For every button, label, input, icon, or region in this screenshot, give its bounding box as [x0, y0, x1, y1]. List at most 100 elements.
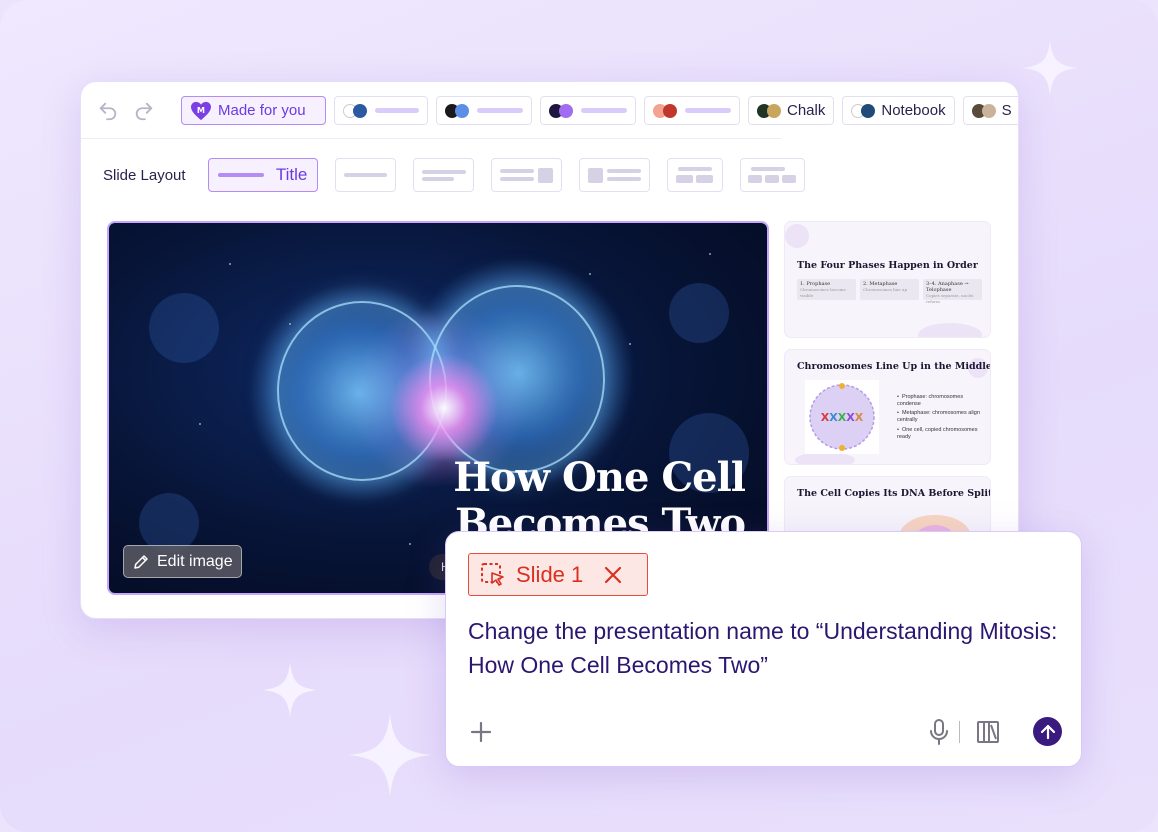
ai-prompt-panel: Slide 1 Change the presentation name to …	[445, 531, 1082, 767]
layout-option[interactable]	[334, 158, 396, 192]
background-star	[629, 343, 631, 345]
edit-image-button[interactable]: Edit image	[123, 545, 242, 578]
background-bokeh	[139, 493, 199, 553]
phase-desc: Chromosomes line up	[863, 287, 908, 292]
theme-chip[interactable]	[436, 96, 532, 125]
phase-box: 1. Prophase Chromosomes become visible	[797, 279, 856, 300]
theme-label: Chalk	[787, 102, 826, 119]
theme-label: S	[1001, 102, 1012, 119]
add-attachment-button[interactable]	[468, 717, 494, 752]
background-star	[229, 263, 231, 265]
heart-logo-icon: M	[191, 101, 211, 120]
layout-option-label: Title	[275, 165, 308, 184]
theme-preview-bar	[375, 108, 419, 113]
layout-preview	[537, 167, 553, 183]
phase-name: 3–4. Anaphase → Telophase	[926, 281, 969, 293]
thumbnail-bullet: Metaphase: chromosomes align centrally	[897, 410, 983, 424]
pencil-icon	[134, 554, 148, 569]
remove-tag-button[interactable]	[603, 565, 623, 585]
thumbnail-title: The Four Phases Happen in Order	[797, 260, 978, 271]
phase-desc: Chromosomes become visible	[800, 287, 846, 298]
layout-option[interactable]	[412, 158, 474, 192]
layout-preview	[421, 169, 466, 174]
layout-preview	[499, 169, 534, 181]
layout-preview	[676, 175, 714, 183]
slide-layout-row: Slide Layout Title	[103, 158, 822, 192]
theme-preview-bar	[685, 108, 731, 113]
undo-icon	[99, 102, 117, 120]
layout-preview	[677, 167, 712, 171]
layout-preview	[217, 173, 264, 177]
theme-label: Notebook	[881, 102, 946, 119]
sparkle-icon	[262, 662, 318, 718]
slide-thumbnail-2[interactable]: The Four Phases Happen in Order 1. Proph…	[784, 221, 991, 338]
layout-title[interactable]: Title	[207, 158, 318, 192]
theme-label: Made for you	[218, 102, 306, 119]
actions-divider	[959, 721, 960, 743]
phase-desc: Copies separate, nuclei reform	[926, 293, 974, 304]
layout-option[interactable]	[739, 158, 805, 192]
microphone-icon	[930, 719, 948, 745]
background-bokeh	[149, 293, 219, 363]
background-bokeh	[669, 283, 729, 343]
thumbnail-title: Chromosomes Line Up in the Middle	[797, 361, 991, 372]
theme-preview-bar	[581, 108, 627, 113]
slide-layout-label: Slide Layout	[103, 166, 186, 184]
svg-text:M: M	[197, 104, 205, 114]
slide-tag-label: Slide 1	[516, 561, 584, 587]
color-dot	[981, 103, 996, 118]
color-dot	[559, 103, 573, 118]
layout-preview	[343, 173, 387, 177]
color-dot	[767, 103, 781, 118]
toolbar-divider	[81, 138, 781, 139]
layout-option[interactable]	[666, 158, 723, 192]
slide-context-tag[interactable]: Slide 1	[468, 553, 648, 596]
svg-text:XXXXX: XXXXX	[821, 411, 864, 424]
arrow-up-icon	[1040, 724, 1055, 739]
thumbnail-bullet: One cell, copied chromosomes ready	[897, 427, 983, 441]
phase-box: 3–4. Anaphase → Telophase Copies separate…	[923, 279, 982, 304]
theme-chip[interactable]	[644, 96, 740, 125]
layout-option[interactable]	[490, 158, 562, 192]
library-button[interactable]	[975, 717, 1001, 752]
layout-preview	[750, 167, 785, 171]
sparkle-icon	[348, 713, 432, 797]
layout-preview	[421, 176, 454, 181]
layout-option[interactable]	[578, 158, 650, 192]
prompt-actions	[468, 717, 1062, 747]
layout-preview	[606, 169, 641, 181]
background-star	[409, 543, 411, 545]
theme-chip-partial[interactable]: S	[962, 96, 1018, 125]
prompt-input[interactable]: Change the presentation name to “Underst…	[468, 614, 1068, 682]
slide-thumbnail-3[interactable]: XXXXX Chromosomes Line Up in the Middle …	[784, 349, 991, 465]
microphone-button[interactable]	[928, 717, 950, 752]
selection-cursor-icon	[481, 562, 504, 586]
layout-preview	[587, 167, 603, 183]
color-dot	[353, 103, 367, 118]
theme-chip[interactable]	[540, 96, 636, 125]
color-dot	[455, 103, 469, 118]
send-button[interactable]	[1033, 717, 1062, 746]
theme-toolbar: M Made for you Chalk Notebook S	[81, 82, 1018, 139]
theme-chip[interactable]	[334, 96, 428, 125]
thumbnail-bullet: Prophase: chromosomes condense	[897, 394, 983, 408]
background-star	[289, 323, 291, 325]
theme-chalk[interactable]: Chalk	[748, 96, 835, 125]
redo-button[interactable]	[133, 97, 155, 125]
color-dot	[663, 103, 677, 118]
thumbnail-title: The Cell Copies Its DNA Before Splitting	[797, 488, 990, 499]
theme-made-for-you[interactable]: M Made for you	[181, 96, 326, 125]
sparkle-icon	[1022, 40, 1078, 96]
edit-image-label: Edit image	[157, 552, 233, 570]
plus-icon	[470, 721, 492, 743]
cell-core-glow	[389, 353, 499, 463]
theme-notebook[interactable]: Notebook	[842, 96, 955, 125]
background-star	[199, 423, 201, 425]
theme-preview-bar	[477, 108, 523, 113]
library-icon	[977, 721, 999, 743]
background-star	[589, 273, 591, 275]
undo-button[interactable]	[97, 97, 119, 125]
color-dot	[861, 103, 876, 118]
phase-box: 2. Metaphase Chromosomes line up	[860, 279, 919, 300]
redo-icon	[135, 102, 153, 120]
